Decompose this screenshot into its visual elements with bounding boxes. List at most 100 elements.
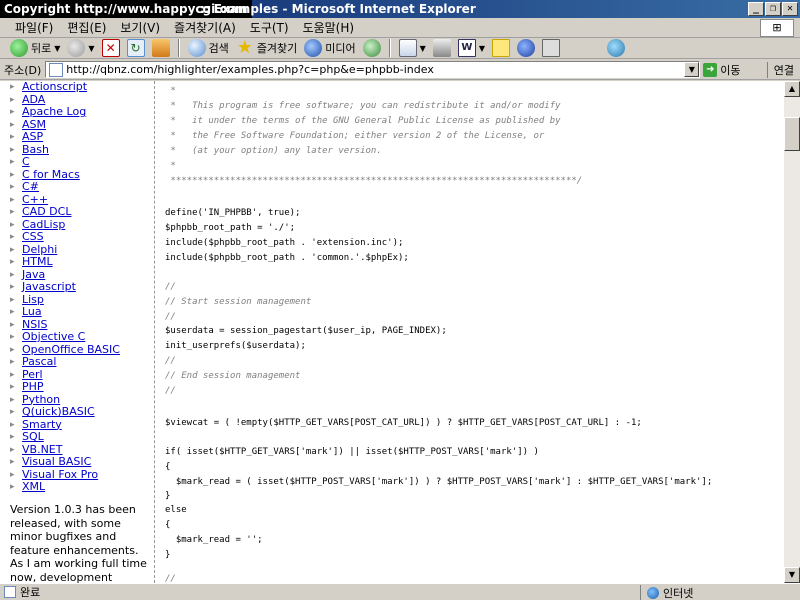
minimize-button[interactable]: _ <box>748 2 764 16</box>
go-button[interactable]: ➜ 이동 <box>703 62 741 78</box>
code-comment-line: // <box>165 356 176 366</box>
code-comment-line: // End session management <box>165 371 301 381</box>
refresh-button[interactable]: ↻ <box>125 39 147 58</box>
code-line: include($phpbb_root_path . 'common.'.$ph… <box>165 253 409 263</box>
printer-icon <box>432 39 451 57</box>
mail-button[interactable]: ▼ <box>397 39 428 58</box>
code-comment-line: * (at your option) any later version. <box>165 146 382 156</box>
menu-bar: 파일(F) 편집(E) 보기(V) 즐겨찾기(A) 도구(T) 도움말(H) ⊞ <box>0 18 800 38</box>
favorites-button[interactable]: ★ 즐겨찾기 <box>234 39 299 58</box>
note-icon <box>491 39 510 57</box>
language-link[interactable]: C for Macs <box>10 168 154 182</box>
messenger-button[interactable] <box>605 39 627 58</box>
language-link[interactable]: Lisp <box>10 293 154 307</box>
language-link[interactable]: CAD DCL <box>10 205 154 219</box>
code-comment-line: * <box>165 86 176 96</box>
mail-icon <box>398 39 417 57</box>
menu-help[interactable]: 도움말(H) <box>296 19 362 36</box>
home-button[interactable] <box>150 39 172 58</box>
back-button[interactable]: 뒤로 ▼ <box>8 39 62 58</box>
address-input[interactable]: http://qbnz.com/highlighter/examples.php… <box>45 61 701 78</box>
back-label: 뒤로 <box>31 42 52 55</box>
language-link[interactable]: Apache Log <box>10 105 154 119</box>
language-link[interactable]: CSS <box>10 230 154 244</box>
calculator-button[interactable] <box>540 39 562 58</box>
status-bar: 완료 인터넷 <box>0 583 800 600</box>
language-link[interactable]: C# <box>10 180 154 194</box>
menu-favorites[interactable]: 즐겨찾기(A) <box>167 19 243 36</box>
print-button[interactable] <box>431 39 453 58</box>
menu-file[interactable]: 파일(F) <box>8 19 60 36</box>
messenger-icon <box>606 39 625 57</box>
favorites-label: 즐겨찾기 <box>256 42 298 55</box>
language-link[interactable]: HTML <box>10 255 154 269</box>
language-link[interactable]: ASP <box>10 130 154 144</box>
toolbar-separator <box>388 39 391 57</box>
menu-tools[interactable]: 도구(T) <box>243 19 296 36</box>
language-link[interactable]: XML <box>10 480 154 494</box>
language-link[interactable]: Bash <box>10 143 154 157</box>
code-comment-line: // <box>165 282 176 292</box>
code-comment-line: // <box>165 312 176 322</box>
media-icon <box>304 39 323 57</box>
language-link[interactable]: Objective C <box>10 330 154 344</box>
go-arrow-icon: ➜ <box>703 62 718 77</box>
code-comment-line: * the Free Software Foundation; either v… <box>165 131 545 141</box>
scroll-up-button[interactable]: ▲ <box>784 81 800 97</box>
discuss-button[interactable] <box>490 39 512 58</box>
chevron-down-icon[interactable]: ▼ <box>684 62 700 77</box>
language-link[interactable]: SQL <box>10 430 154 444</box>
code-line: { <box>165 520 171 530</box>
security-zone: 인터넷 <box>640 585 780 600</box>
research-button[interactable] <box>515 39 537 58</box>
code-comment-line: * it under the terms of the GNU General … <box>165 116 561 126</box>
close-button[interactable]: ✕ <box>782 2 798 16</box>
stop-button[interactable] <box>100 39 122 58</box>
menu-edit[interactable]: 편집(E) <box>60 19 113 36</box>
language-link[interactable]: Pascal <box>10 355 154 369</box>
forward-arrow-icon <box>67 39 86 57</box>
search-button[interactable]: 검색 <box>186 39 231 58</box>
code-listing: * * This program is free software; you c… <box>165 81 780 583</box>
language-link[interactable]: Lua <box>10 305 154 319</box>
code-line: $phpbb_root_path = './'; <box>165 223 296 233</box>
vertical-scrollbar[interactable]: ▲ ▼ <box>784 81 800 583</box>
code-line: $userdata = session_pagestart($user_ip, … <box>165 326 447 336</box>
chevron-down-icon[interactable]: ▼ <box>420 44 426 53</box>
restore-button[interactable]: ❐ <box>765 2 781 16</box>
chevron-down-icon[interactable]: ▼ <box>479 44 485 53</box>
language-link[interactable]: PHP <box>10 380 154 394</box>
forward-button[interactable]: ▼ <box>65 39 96 58</box>
code-line: define('IN_PHPBB', true); <box>165 208 301 218</box>
go-label: 이동 <box>720 63 741 77</box>
code-line: init_userprefs($userdata); <box>165 341 306 351</box>
menu-view[interactable]: 보기(V) <box>113 19 167 36</box>
language-link[interactable]: Visual BASIC <box>10 455 154 469</box>
code-line: include($phpbb_root_path . 'extension.in… <box>165 238 404 248</box>
language-link[interactable]: C <box>10 155 154 169</box>
code-line: if( isset($HTTP_GET_VARS['mark']) || iss… <box>165 447 539 457</box>
address-url[interactable]: http://qbnz.com/highlighter/examples.php… <box>66 63 434 76</box>
code-comment-line: // <box>165 574 176 583</box>
status-text: 완료 <box>20 586 41 599</box>
search-label: 검색 <box>208 42 229 55</box>
language-link[interactable]: Q(uick)BASIC <box>10 405 154 419</box>
code-line: $mark_read = ''; <box>165 535 263 545</box>
media-label: 미디어 <box>325 42 356 55</box>
scroll-down-button[interactable]: ▼ <box>784 567 800 583</box>
chevron-down-icon[interactable]: ▼ <box>88 44 94 53</box>
window-controls: _ ❐ ✕ <box>748 2 798 16</box>
stop-icon <box>101 39 120 57</box>
refresh-icon: ↻ <box>126 39 145 57</box>
edit-button[interactable]: W ▼ <box>456 39 487 58</box>
media-button[interactable]: 미디어 <box>302 39 357 58</box>
internet-globe-icon <box>647 586 659 599</box>
language-link[interactable]: Actionscript <box>10 81 154 94</box>
toolbar: 뒤로 ▼ ▼ ↻ 검색 ★ 즐겨찾기 미디어 ▼ W ▼ <box>0 38 800 59</box>
links-button[interactable]: 연결 <box>766 62 794 78</box>
code-line: else <box>165 505 187 515</box>
history-button[interactable] <box>361 39 383 58</box>
scroll-thumb[interactable] <box>784 117 800 151</box>
chevron-down-icon[interactable]: ▼ <box>54 44 60 53</box>
language-link[interactable]: Javascript <box>10 280 154 294</box>
